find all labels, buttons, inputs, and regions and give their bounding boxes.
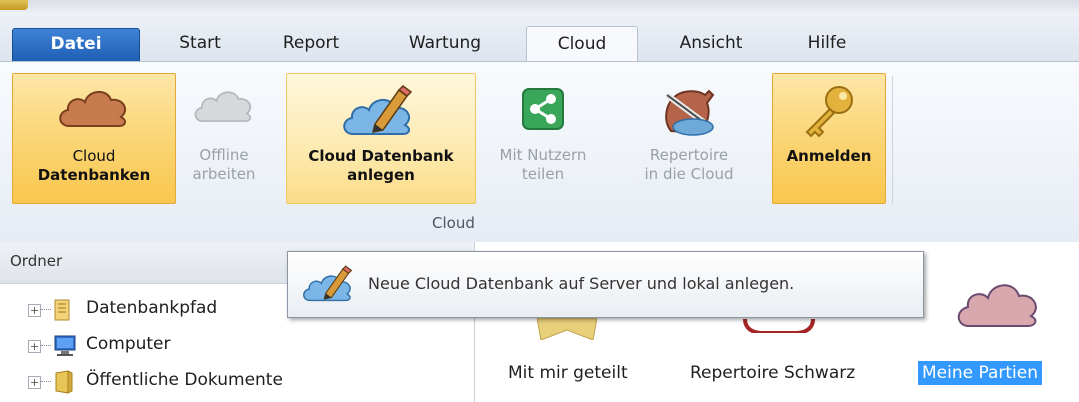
- folder-pane-title: Ordner: [10, 252, 63, 270]
- offline-arbeiten-line2: arbeiten: [192, 165, 256, 183]
- content-item-mit-mir-geteilt[interactable]: Mit mir geteilt: [508, 363, 628, 383]
- anmelden-label: Anmelden: [786, 147, 872, 165]
- repertoire-in-die-cloud-button[interactable]: Repertoire in die Cloud: [614, 73, 764, 204]
- cloud-datenbanken-line1: Cloud: [72, 147, 116, 165]
- cloud-datenbanken-button[interactable]: Cloud Datenbanken: [12, 73, 176, 204]
- expand-icon[interactable]: +: [28, 376, 41, 389]
- mit-nutzern-teilen-button[interactable]: Mit Nutzern teilen: [478, 73, 608, 204]
- database-folder-icon: [52, 298, 76, 327]
- mit-nutzern-teilen-line2: teilen: [521, 165, 565, 183]
- tree-item-label: Öffentliche Dokumente: [86, 370, 283, 390]
- content-item-meine-partien[interactable]: Meine Partien: [918, 361, 1043, 385]
- window-frame: [0, 0, 1079, 15]
- cloud-gray-icon: [191, 83, 257, 132]
- repertoire-icon: [743, 318, 815, 335]
- tab-datei[interactable]: Datei: [12, 28, 140, 61]
- cloud-datenbank-anlegen-button[interactable]: Cloud Datenbank anlegen: [286, 73, 476, 204]
- tree-connector: [41, 309, 51, 310]
- cloud-icon: [953, 270, 1045, 334]
- expand-icon[interactable]: +: [28, 304, 41, 317]
- tree-item-label: Computer: [86, 334, 171, 354]
- tree-connector: [41, 345, 51, 346]
- folder-icon: [536, 317, 598, 341]
- cloud-datenbanken-line2: Datenbanken: [37, 166, 151, 184]
- tab-start[interactable]: Start: [160, 26, 240, 62]
- anmelden-button[interactable]: Anmelden: [772, 73, 886, 204]
- tooltip: Neue Cloud Datenbank auf Server und loka…: [287, 251, 924, 318]
- content-item-repertoire-schwarz[interactable]: Repertoire Schwarz: [690, 363, 855, 383]
- share-icon: [521, 87, 565, 136]
- tooltip-text: Neue Cloud Datenbank auf Server und loka…: [368, 274, 795, 293]
- expand-icon[interactable]: +: [28, 340, 41, 353]
- ribbon-tab-bar: Datei Start Report Wartung Cloud Ansicht…: [0, 14, 1079, 64]
- knight-icon: [657, 81, 721, 144]
- repertoire-line1: Repertoire: [649, 146, 729, 164]
- repertoire-line2: in die Cloud: [644, 165, 734, 183]
- cloud-icon: [55, 84, 133, 135]
- cloud-datenbank-anlegen-line1: Cloud Datenbank: [308, 147, 454, 165]
- offline-arbeiten-button[interactable]: Offline arbeiten: [178, 73, 270, 204]
- ribbon-group-label-cloud: Cloud: [432, 214, 475, 232]
- tree-item-label: Datenbankpfad: [86, 298, 218, 318]
- cloud-datenbank-anlegen-line2: anlegen: [347, 166, 415, 184]
- tree-connector: [41, 381, 51, 382]
- tab-cloud[interactable]: Cloud: [526, 26, 638, 64]
- tab-hilfe[interactable]: Hilfe: [782, 26, 872, 62]
- cloud-pencil-icon: [339, 84, 423, 143]
- key-icon: [799, 82, 859, 147]
- tab-ansicht[interactable]: Ansicht: [656, 26, 766, 62]
- offline-arbeiten-line1: Offline: [199, 146, 249, 164]
- ribbon-panel: Cloud Datenbanken Offline arbeiten Cloud…: [0, 61, 1079, 244]
- mit-nutzern-teilen-line1: Mit Nutzern: [499, 146, 587, 164]
- cloud-pencil-icon: [300, 256, 360, 316]
- folder-icon: [52, 370, 76, 399]
- window-frame-fragment: [0, 0, 28, 10]
- computer-icon: [52, 334, 78, 363]
- ribbon-group-separator: [892, 76, 893, 204]
- tab-report[interactable]: Report: [266, 26, 356, 62]
- tab-wartung[interactable]: Wartung: [385, 26, 505, 62]
